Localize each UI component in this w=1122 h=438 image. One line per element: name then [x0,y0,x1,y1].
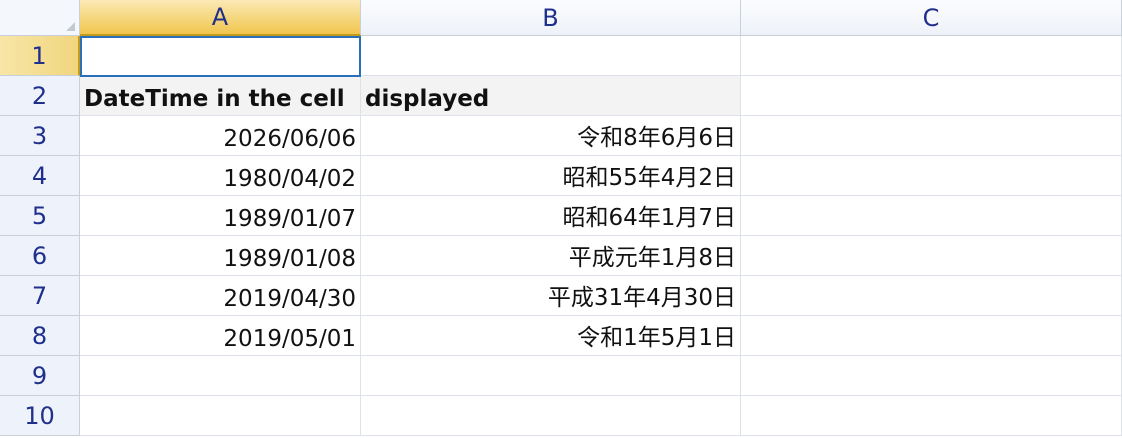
column-header-b[interactable]: B [361,0,741,36]
cell-a5[interactable]: 1989/01/07 [80,196,361,236]
cell-b9[interactable] [361,356,741,396]
cell-b2[interactable]: displayed [361,76,741,116]
cell-a8[interactable]: 2019/05/01 [80,316,361,356]
cell-a9[interactable] [80,356,361,396]
cell-b8[interactable]: 令和1年5月1日 [361,316,741,356]
row-header-6[interactable]: 6 [0,236,80,276]
select-all-triangle-icon [66,22,75,31]
cell-a6[interactable]: 1989/01/08 [80,236,361,276]
cell-b7[interactable]: 平成31年4月30日 [361,276,741,316]
cell-c1[interactable] [741,36,1122,76]
cell-a3[interactable]: 2026/06/06 [80,116,361,156]
column-header-c[interactable]: C [741,0,1122,36]
cell-a2[interactable]: DateTime in the cell [80,76,361,116]
cell-b5[interactable]: 昭和64年1月7日 [361,196,741,236]
cell-c4[interactable] [741,156,1122,196]
cell-c7[interactable] [741,276,1122,316]
cell-c10[interactable] [741,396,1122,436]
cell-c6[interactable] [741,236,1122,276]
row-header-7[interactable]: 7 [0,276,80,316]
cell-a7[interactable]: 2019/04/30 [80,276,361,316]
cell-b1[interactable] [361,36,741,76]
cell-c8[interactable] [741,316,1122,356]
row-header-1[interactable]: 1 [0,36,80,76]
cell-b3[interactable]: 令和8年6月6日 [361,116,741,156]
row-header-9[interactable]: 9 [0,356,80,396]
cell-c2[interactable] [741,76,1122,116]
row-header-10[interactable]: 10 [0,396,80,436]
row-header-8[interactable]: 8 [0,316,80,356]
cell-a1[interactable] [80,36,361,76]
cell-a4[interactable]: 1980/04/02 [80,156,361,196]
row-header-3[interactable]: 3 [0,116,80,156]
cell-b6[interactable]: 平成元年1月8日 [361,236,741,276]
select-all-corner[interactable] [0,0,80,36]
cell-c3[interactable] [741,116,1122,156]
cell-b10[interactable] [361,396,741,436]
cell-b4[interactable]: 昭和55年4月2日 [361,156,741,196]
column-header-a[interactable]: A [80,0,361,36]
cell-c9[interactable] [741,356,1122,396]
row-header-4[interactable]: 4 [0,156,80,196]
spreadsheet-grid[interactable]: A B C 1 2 DateTime in the cell displayed 3 2026/… [0,0,1122,438]
cell-c5[interactable] [741,196,1122,236]
row-header-2[interactable]: 2 [0,76,80,116]
cell-a10[interactable] [80,396,361,436]
row-header-5[interactable]: 5 [0,196,80,236]
